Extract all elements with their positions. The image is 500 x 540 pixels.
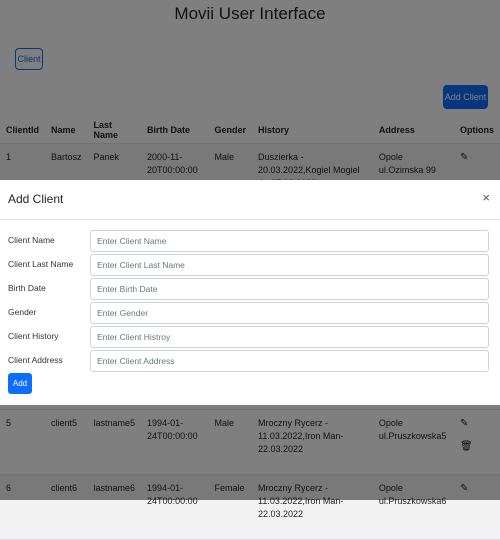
birth-date-input[interactable]: [90, 278, 489, 300]
add-submit-button[interactable]: Add: [8, 373, 32, 394]
gender-label: Gender: [8, 307, 37, 317]
gender-input[interactable]: [90, 302, 489, 324]
client-last-name-label: Client Last Name: [8, 259, 74, 269]
form-row-client-address: Client Address: [0, 350, 500, 372]
client-last-name-input[interactable]: [90, 254, 489, 276]
birth-date-label: Birth Date: [8, 283, 46, 293]
client-name-input[interactable]: [90, 230, 489, 252]
add-client-modal: Add Client × Client Name Client Last Nam…: [0, 180, 500, 405]
client-name-label: Client Name: [8, 235, 55, 245]
client-address-label: Client Address: [8, 355, 63, 365]
form-row-client-history: Client History: [0, 326, 500, 348]
form-row-gender: Gender: [0, 302, 500, 324]
client-address-input[interactable]: [90, 350, 489, 372]
modal-title: Add Client: [8, 192, 64, 206]
client-history-input[interactable]: [90, 326, 489, 348]
form-row-client-name: Client Name: [0, 230, 500, 252]
close-icon[interactable]: ×: [482, 190, 490, 205]
form-row-client-last-name: Client Last Name: [0, 254, 500, 276]
client-history-label: Client History: [8, 331, 59, 341]
modal-header: Add Client ×: [0, 180, 500, 220]
form-row-birth-date: Birth Date: [0, 278, 500, 300]
